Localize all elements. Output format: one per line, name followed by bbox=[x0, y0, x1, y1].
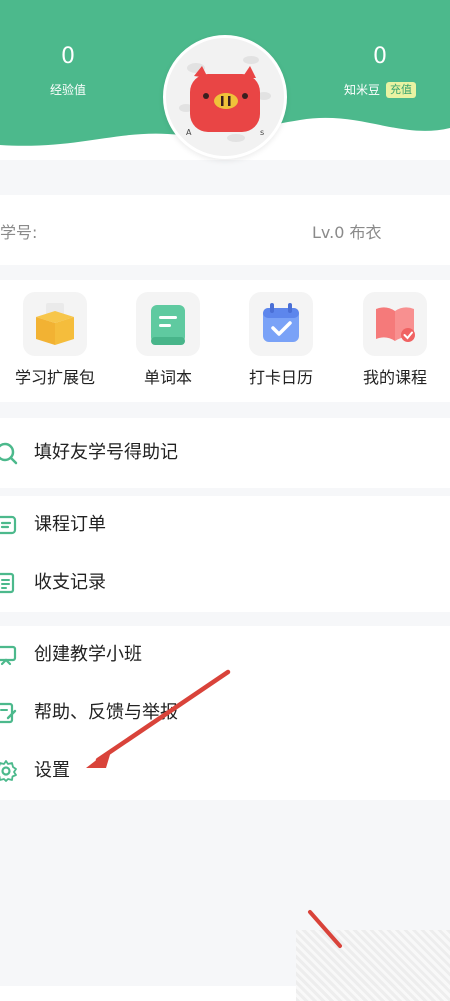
annotation-arrow-icon bbox=[86, 669, 231, 768]
profile-page: 0 经验值 A s 0 知米豆 充值 学号: Lv.0 布衣 学习扩展包 单词本… bbox=[0, 0, 450, 1001]
annotation-arrow-icon bbox=[308, 910, 342, 948]
annotation-arrows bbox=[86, 669, 342, 948]
